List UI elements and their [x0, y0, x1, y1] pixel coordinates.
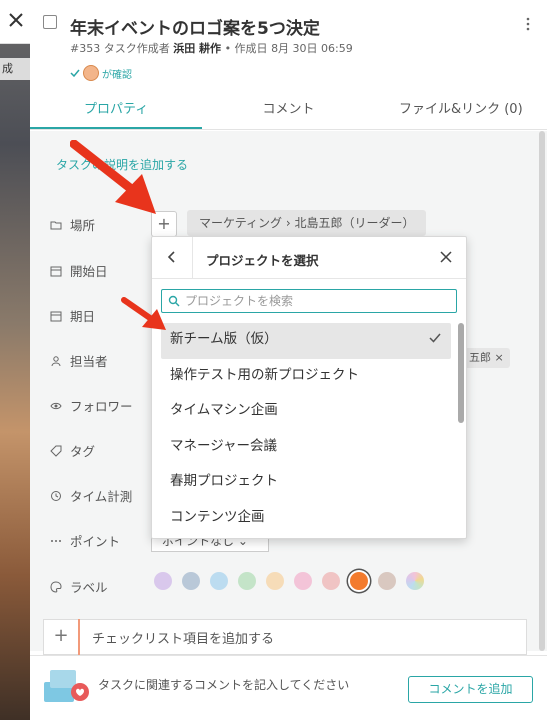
person-icon — [51, 355, 61, 366]
project-item[interactable]: マネージャー会議 — [161, 430, 451, 466]
prop-tag: タグ — [50, 441, 95, 460]
comment-hint[interactable]: タスクに関連するコメントを記入してください — [98, 676, 349, 693]
label-color-5[interactable] — [266, 572, 284, 590]
label-color-2[interactable] — [182, 572, 200, 590]
project-list: 新チーム版（仮） 操作テスト用の新プロジェクト タイムマシン企画 マネージャー会… — [161, 323, 451, 536]
created-prefix: • 作成日 — [224, 42, 268, 55]
check-icon — [70, 69, 80, 77]
task-id: #353 — [70, 42, 101, 55]
confirmed-label: が確認 — [102, 69, 132, 81]
close-icon[interactable] — [440, 251, 452, 263]
tag-icon — [50, 445, 62, 457]
project-item[interactable]: 操作テスト用の新プロジェクト — [161, 359, 451, 395]
prop-assignee-label: 担当者 — [70, 354, 108, 369]
label-color-9[interactable] — [378, 572, 396, 590]
prop-due-date: 期日 — [50, 306, 95, 325]
prop-point-label: ポイント — [70, 534, 121, 549]
task-meta: #353 タスク作成者 浜田 耕作 • 作成日 8月 30日 06:59 — [70, 40, 353, 56]
prop-label-label: ラベル — [70, 580, 108, 595]
prop-label: ラベル — [50, 577, 108, 596]
close-icon[interactable] — [6, 10, 26, 30]
task-title[interactable]: 年末イベントのロゴ案を5つ決定 — [70, 14, 320, 39]
label-color-8-selected[interactable] — [350, 572, 368, 590]
tab-comments[interactable]: コメント — [202, 92, 374, 129]
tab-properties[interactable]: プロパティ — [30, 92, 203, 129]
prop-time-tracking: タイム計測 — [50, 486, 132, 505]
label-colors — [154, 572, 424, 590]
creator-name: 浜田 耕作 — [173, 42, 222, 55]
palette-icon — [50, 580, 62, 593]
project-item-selected[interactable]: 新チーム版（仮） — [161, 323, 451, 359]
label-color-10[interactable] — [406, 572, 424, 590]
prop-time-label: タイム計測 — [70, 489, 133, 504]
project-item[interactable]: コンテンツ企画 — [161, 501, 451, 537]
complete-checkbox[interactable] — [43, 15, 57, 29]
prop-point: ポイント — [50, 531, 120, 550]
annotation-arrow-1 — [70, 140, 156, 214]
comment-illustration-icon — [44, 670, 89, 702]
calendar-icon — [50, 266, 62, 276]
checklist-placeholder[interactable]: チェックリスト項目を追加する — [80, 628, 274, 647]
add-checklist-button[interactable]: + — [44, 619, 80, 655]
side-label: 成 — [0, 58, 30, 80]
label-color-6[interactable] — [294, 572, 312, 590]
tab-files-links[interactable]: ファイル&リンク (0) — [375, 92, 547, 129]
avatar — [83, 65, 99, 81]
prop-due-label: 期日 — [70, 309, 96, 324]
chevron-left-icon[interactable] — [166, 249, 178, 265]
popup-title: プロジェクトを選択 — [206, 253, 319, 268]
more-menu-icon[interactable] — [523, 16, 533, 32]
project-search-field[interactable] — [161, 289, 457, 313]
confirmed-by: が確認 — [70, 65, 132, 81]
creator-prefix: タスク作成者 — [103, 42, 170, 55]
background-photo — [0, 0, 30, 720]
project-item[interactable]: 春期プロジェクト — [161, 465, 451, 501]
popup-scrollbar[interactable] — [458, 323, 464, 423]
comment-footer: タスクに関連するコメントを記入してください コメントを追加 — [30, 655, 547, 720]
project-search-input[interactable] — [185, 294, 445, 308]
label-color-7[interactable] — [322, 572, 340, 590]
prop-start-label: 開始日 — [70, 264, 108, 279]
prop-follower: フォロワー — [50, 396, 133, 415]
clock-icon — [51, 490, 61, 501]
folder-icon — [50, 221, 62, 229]
ellipsis-icon — [51, 539, 61, 542]
assignee-chip[interactable]: 五郎 × — [463, 348, 510, 368]
prop-tag-label: タグ — [70, 444, 96, 459]
task-header: 年末イベントのロゴ案を5つ決定 #353 タスク作成者 浜田 耕作 • 作成日 … — [30, 0, 547, 90]
calendar-icon — [50, 311, 62, 321]
annotation-arrow-2 — [121, 297, 166, 330]
checklist-input-row[interactable]: + チェックリスト項目を追加する — [43, 619, 527, 655]
label-color-4[interactable] — [238, 572, 256, 590]
project-item-label: 新チーム版（仮） — [170, 331, 278, 347]
created-date: 8月 30日 06:59 — [271, 42, 353, 55]
eye-icon — [50, 402, 62, 409]
header-divider — [192, 237, 193, 279]
label-color-3[interactable] — [210, 572, 228, 590]
prop-follower-label: フォロワー — [70, 399, 133, 414]
label-color-1[interactable] — [154, 572, 172, 590]
project-item[interactable]: タイムマシン企画 — [161, 394, 451, 430]
panel-scrollbar[interactable] — [539, 131, 545, 651]
checkmark-icon — [429, 333, 441, 343]
prop-assignee: 担当者 — [50, 351, 108, 370]
prop-start-date: 開始日 — [50, 261, 108, 280]
project-picker-popup: プロジェクトを選択 新チーム版（仮） 操作テスト用の新プロジェクト タイムマシン… — [151, 236, 467, 539]
add-comment-button[interactable]: コメントを追加 — [408, 676, 533, 703]
tab-bar: プロパティ コメント ファイル&リンク (0) — [30, 92, 547, 130]
project-path-chip[interactable]: マーケティング › 北島五郎（リーダー） — [187, 210, 427, 236]
popup-header: プロジェクトを選択 — [152, 237, 466, 279]
